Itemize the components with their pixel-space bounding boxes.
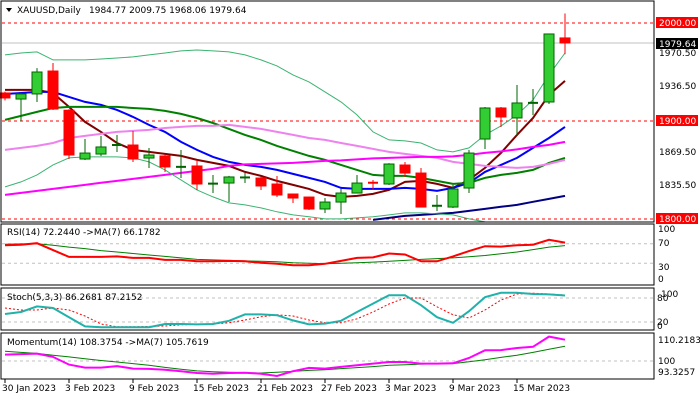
date-label: 30 Jan 2023 — [2, 384, 56, 394]
rsi-axis-label: 0 — [658, 275, 664, 285]
candle-body — [271, 183, 283, 196]
momentum-axis-label: 110.2183 — [658, 336, 700, 346]
price-axis-label: 1936.50 — [659, 82, 696, 92]
date-label: 3 Mar 2023 — [385, 384, 436, 394]
candle-body — [63, 109, 75, 156]
candle-body — [383, 163, 395, 185]
candle-body — [479, 107, 491, 140]
date-label: 9 Mar 2023 — [449, 384, 500, 394]
momentum-axis-label: 100 — [658, 357, 675, 367]
price-axis-label: 1869.50 — [659, 148, 696, 158]
candle — [415, 168, 427, 208]
trading-chart[interactable]: XAUUSD,Daily 1984.77 2009.75 1968.06 197… — [0, 0, 700, 400]
momentum-axis-label: 93.3257 — [658, 368, 695, 378]
candle-body — [463, 152, 475, 189]
candle — [63, 109, 75, 160]
candle-body — [79, 152, 91, 160]
candle-body — [287, 193, 299, 199]
rsi-axis-label: 100 — [658, 225, 675, 235]
candle-body — [127, 144, 139, 160]
candle-body — [143, 154, 155, 159]
candle-body — [559, 37, 571, 44]
candle-body — [159, 155, 171, 168]
level-tag-text: 1800.00 — [659, 215, 696, 225]
momentum-label: Momentum(14) 108.3754 ->MA(7) 105.7619 — [7, 338, 209, 348]
candle-body — [191, 165, 203, 185]
stoch-axis-label: 0 — [657, 322, 663, 332]
ohlc-values: 1984.77 2009.75 1968.06 1979.64 — [89, 6, 247, 16]
symbol-title: XAUUSD,Daily — [17, 6, 81, 16]
stoch-axis-label: 80 — [657, 294, 669, 304]
current-price-text: 1979.64 — [659, 40, 696, 50]
candle-body — [511, 102, 523, 119]
price-axis-label: 1835.50 — [659, 181, 696, 191]
candle-body — [223, 176, 235, 184]
date-axis: 30 Jan 2023 3 Feb 2023 9 Feb 2023 15 Feb… — [2, 384, 570, 394]
date-label: 21 Feb 2023 — [257, 384, 313, 394]
candle-body — [335, 192, 347, 203]
candle-body — [543, 33, 555, 103]
date-label: 15 Feb 2023 — [193, 384, 249, 394]
candle-body — [399, 164, 411, 174]
price-axis-label: 1970.50 — [659, 49, 696, 59]
candle-body — [415, 172, 427, 208]
level-tag-text: 2000.00 — [659, 19, 696, 29]
candle-body — [319, 201, 331, 210]
candle-body — [495, 107, 507, 118]
date-label: 3 Feb 2023 — [65, 384, 115, 394]
date-label: 15 Mar 2023 — [513, 384, 570, 394]
date-label: 27 Feb 2023 — [321, 384, 377, 394]
rsi-label: RSI(14) 72.2440 ->MA(7) 66.1782 — [7, 228, 161, 238]
candle — [543, 33, 555, 105]
rsi-axis-label: 70 — [658, 239, 670, 249]
candle-body — [15, 93, 27, 100]
stoch-label: Stoch(5,3,3) 86.2681 87.2152 — [7, 293, 142, 303]
candle-body — [47, 70, 59, 110]
candle-body — [303, 196, 315, 210]
rsi-axis-label: 30 — [658, 263, 670, 273]
candle-body — [255, 177, 267, 187]
level-tag-text: 1900.00 — [659, 117, 696, 127]
candle-body — [31, 71, 43, 95]
candle-body — [447, 188, 459, 208]
candle-body — [351, 182, 363, 194]
candle — [463, 150, 475, 194]
candle-body — [95, 146, 107, 155]
candle — [383, 163, 395, 185]
date-label: 9 Feb 2023 — [129, 384, 179, 394]
candle — [303, 196, 315, 210]
